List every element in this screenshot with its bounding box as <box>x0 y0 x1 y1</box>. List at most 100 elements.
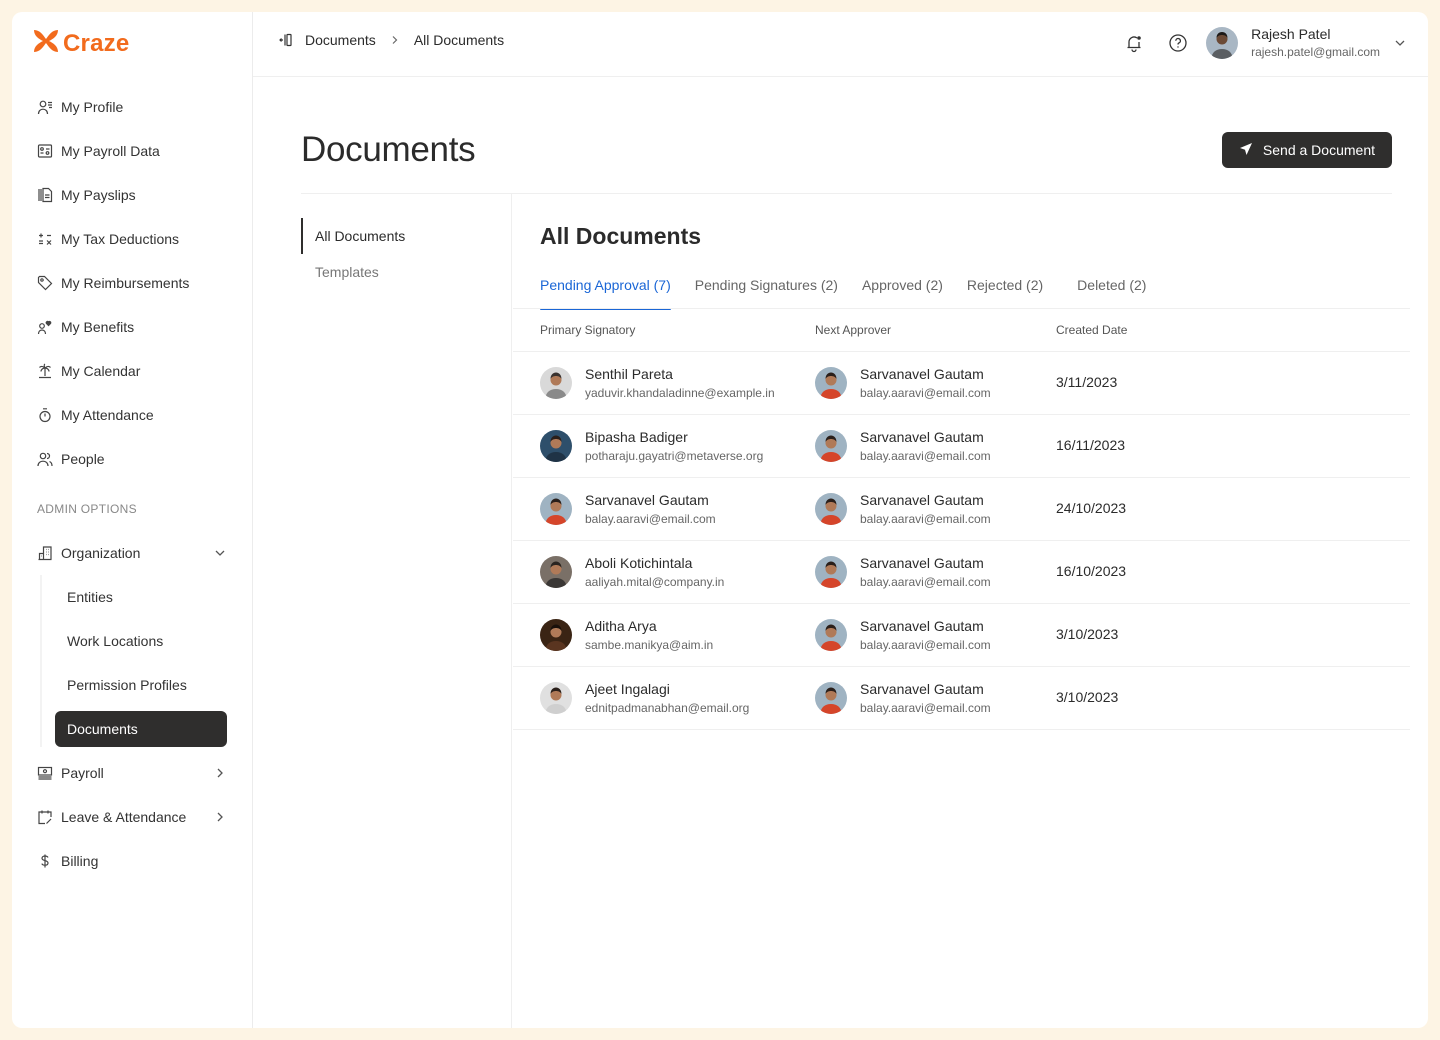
avatar <box>815 556 847 588</box>
sidebar-item-label: Billing <box>61 853 99 869</box>
sidebar-item-label: Payroll <box>61 765 104 781</box>
sidebar-subitem-work-locations[interactable]: Work Locations <box>55 619 227 663</box>
signatory-email: balay.aaravi@email.com <box>585 512 716 526</box>
sidebar-item-my-payslips[interactable]: My Payslips <box>12 173 252 217</box>
collapse-sidebar-icon[interactable] <box>279 33 293 47</box>
sidebar-item-label: People <box>61 451 105 467</box>
organization-submenu: Entities Work Locations Permission Profi… <box>40 575 252 747</box>
column-header-primary-signatory[interactable]: Primary Signatory <box>540 323 635 337</box>
approver-email: balay.aaravi@email.com <box>860 638 991 652</box>
sidebar-item-my-calendar[interactable]: My Calendar <box>12 349 252 393</box>
sidebar-item-my-payroll-data[interactable]: My Payroll Data <box>12 129 252 173</box>
logo-text: Craze <box>63 29 130 57</box>
signatory-email: potharaju.gayatri@metaverse.org <box>585 449 764 463</box>
user-name: Rajesh Patel <box>1251 26 1331 42</box>
approver-name: Sarvanavel Gautam <box>860 618 984 634</box>
avatar <box>540 556 572 588</box>
sidebar-item-my-benefits[interactable]: My Benefits <box>12 305 252 349</box>
admin-options-label: ADMIN OPTIONS <box>37 502 137 516</box>
created-date: 3/11/2023 <box>1056 374 1118 390</box>
sidebar-item-payroll[interactable]: Payroll <box>12 751 252 795</box>
table-body: Senthil Pareta yaduvir.khandaladinne@exa… <box>513 352 1410 730</box>
table-row[interactable]: Sarvanavel Gautam balay.aaravi@email.com… <box>513 478 1410 541</box>
tab-deleted[interactable]: Deleted (2) <box>1077 277 1146 309</box>
calendar-edit-icon <box>37 809 53 825</box>
tab-rejected[interactable]: Rejected (2) <box>967 277 1043 309</box>
sidebar-subitem-entities[interactable]: Entities <box>55 575 227 619</box>
sidebar-item-organization[interactable]: Organization <box>12 531 252 575</box>
signatory-name: Bipasha Badiger <box>585 429 688 445</box>
user-info[interactable]: Rajesh Patel rajesh.patel@gmail.com <box>1251 26 1380 59</box>
documents-table: Primary Signatory Next Approver Created … <box>513 309 1410 730</box>
app-window: Craze My Profile My Payroll Data My Pays… <box>12 12 1428 1028</box>
chevron-down-icon[interactable] <box>214 547 226 559</box>
payroll-data-icon <box>37 143 53 159</box>
table-row[interactable]: Senthil Pareta yaduvir.khandaladinne@exa… <box>513 352 1410 415</box>
tab-approved[interactable]: Approved (2) <box>862 277 943 309</box>
tab-pending-signatures[interactable]: Pending Signatures (2) <box>695 277 838 309</box>
sidebar-item-people[interactable]: People <box>12 437 252 481</box>
next-approver: Sarvanavel Gautam balay.aaravi@email.com <box>815 366 991 400</box>
sidebar-nav: My Profile My Payroll Data My Payslips M… <box>12 85 252 883</box>
chevron-right-icon[interactable] <box>214 811 226 823</box>
next-approver: Sarvanavel Gautam balay.aaravi@email.com <box>815 555 991 589</box>
approver-email: balay.aaravi@email.com <box>860 701 991 715</box>
sidebar-item-my-attendance[interactable]: My Attendance <box>12 393 252 437</box>
created-date: 16/11/2023 <box>1056 437 1126 453</box>
avatar <box>540 682 572 714</box>
sidebar-item-label: My Payroll Data <box>61 143 160 159</box>
avatar <box>540 430 572 462</box>
section-title: All Documents <box>540 223 702 249</box>
sidebar-item-label: My Payslips <box>61 187 136 203</box>
table-row[interactable]: Ajeet Ingalagi ednitpadmanabhan@email.or… <box>513 667 1410 730</box>
send-icon <box>1239 142 1253 159</box>
breadcrumb-all-documents[interactable]: All Documents <box>414 32 504 48</box>
next-approver: Sarvanavel Gautam balay.aaravi@email.com <box>815 492 991 526</box>
help-icon[interactable] <box>1166 31 1190 55</box>
send-document-button[interactable]: Send a Document <box>1221 132 1392 168</box>
sidebar-item-billing[interactable]: Billing <box>12 839 252 883</box>
tab-pending-approval[interactable]: Pending Approval (7) <box>540 277 671 310</box>
sidebar-subitem-permission-profiles[interactable]: Permission Profiles <box>55 663 227 707</box>
chevron-right-icon[interactable] <box>214 767 226 779</box>
table-header: Primary Signatory Next Approver Created … <box>513 309 1410 352</box>
column-header-next-approver[interactable]: Next Approver <box>815 323 891 337</box>
sidebar-item-my-tax-deductions[interactable]: My Tax Deductions <box>12 217 252 261</box>
payslips-icon <box>37 187 53 203</box>
primary-signatory: Senthil Pareta yaduvir.khandaladinne@exa… <box>540 366 775 400</box>
tag-icon <box>37 275 53 291</box>
table-row[interactable]: Bipasha Badiger potharaju.gayatri@metave… <box>513 415 1410 478</box>
avatar <box>815 682 847 714</box>
sidebar-item-label: Leave & Attendance <box>61 809 187 825</box>
subnav-templates[interactable]: Templates <box>301 254 511 290</box>
table-row[interactable]: Aboli Kotichintala aaliyah.mital@company… <box>513 541 1410 604</box>
next-approver: Sarvanavel Gautam balay.aaravi@email.com <box>815 429 991 463</box>
top-bar: Documents All Documents Rajesh Patel raj… <box>253 12 1428 77</box>
sidebar: Craze My Profile My Payroll Data My Pays… <box>12 12 253 1028</box>
column-header-created-date[interactable]: Created Date <box>1056 323 1127 337</box>
sidebar-subitem-documents[interactable]: Documents <box>55 711 227 747</box>
chevron-down-icon[interactable] <box>1394 37 1406 49</box>
sidebar-item-my-reimbursements[interactable]: My Reimbursements <box>12 261 252 305</box>
sidebar-item-my-profile[interactable]: My Profile <box>12 85 252 129</box>
user-email: rajesh.patel@gmail.com <box>1251 45 1380 59</box>
dollar-icon <box>37 853 53 869</box>
page-title: Documents <box>301 130 476 169</box>
next-approver: Sarvanavel Gautam balay.aaravi@email.com <box>815 618 991 652</box>
stopwatch-icon <box>37 407 53 423</box>
breadcrumb-documents[interactable]: Documents <box>305 32 376 48</box>
table-row[interactable]: Aditha Arya sambe.manikya@aim.in Sarvana… <box>513 604 1410 667</box>
logo[interactable]: Craze <box>33 29 129 58</box>
primary-signatory: Bipasha Badiger potharaju.gayatri@metave… <box>540 429 763 463</box>
primary-signatory: Sarvanavel Gautam balay.aaravi@email.com <box>540 492 716 526</box>
avatar <box>815 367 847 399</box>
avatar <box>815 619 847 651</box>
signatory-email: ednitpadmanabhan@email.org <box>585 701 750 715</box>
notification-bell-icon[interactable] <box>1122 31 1146 55</box>
sidebar-item-leave-attendance[interactable]: Leave & Attendance <box>12 795 252 839</box>
subnav-all-documents[interactable]: All Documents <box>301 218 511 254</box>
created-date: 24/10/2023 <box>1056 500 1127 516</box>
money-icon <box>37 765 53 781</box>
user-avatar[interactable] <box>1206 26 1239 59</box>
signatory-email: aaliyah.mital@company.in <box>585 575 725 589</box>
